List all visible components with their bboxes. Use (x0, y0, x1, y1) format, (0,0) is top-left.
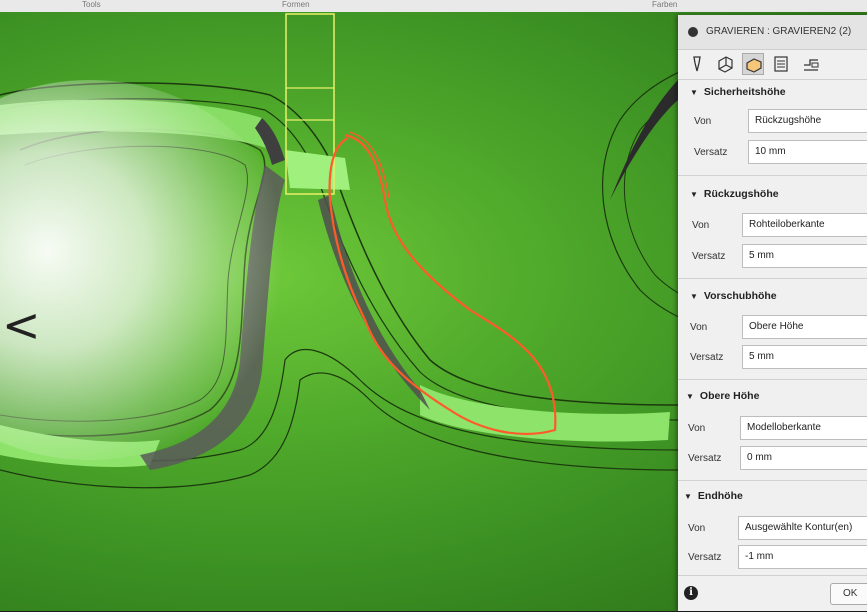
section-title: Sicherheitshöhe (703, 86, 786, 98)
section-header-safety-height[interactable]: ▼ Sicherheitshöhe (690, 86, 786, 98)
dialog-footer: i OK (678, 575, 867, 612)
ok-button[interactable]: OK (830, 583, 867, 605)
from-label: Von (688, 423, 706, 434)
tab-heights[interactable] (742, 53, 764, 75)
operation-dialog: GRAVIEREN : GRAVIEREN2 (2) ▼ Sicherheitsh… (678, 15, 867, 611)
dialog-tabs (678, 51, 867, 80)
top-toolbar-strip: Tools Formen Farben (0, 0, 867, 12)
offset-label: Versatz (688, 552, 722, 563)
toolbar-label-forms[interactable]: Formen (282, 0, 310, 9)
safety-height-offset-input[interactable]: 10 mm (748, 140, 867, 164)
divider (678, 278, 867, 279)
info-icon[interactable]: i (684, 586, 698, 600)
section-title: Vorschubhöhe (703, 290, 777, 302)
section-header-top-height[interactable]: ▼ Obere Höhe (686, 390, 759, 402)
section-header-bottom-height[interactable]: ▼ Endhöhe (684, 490, 743, 502)
retract-height-from-select[interactable]: Rohteiloberkante (742, 213, 867, 237)
tab-geometry[interactable] (714, 53, 736, 75)
top-height-offset-input[interactable]: 0 mm (740, 446, 867, 470)
dialog-title: GRAVIEREN : GRAVIEREN2 (2) (706, 26, 852, 37)
passes-icon (774, 56, 788, 72)
tool-icon (693, 56, 701, 72)
offset-label: Versatz (692, 251, 726, 262)
linking-icon (804, 59, 819, 71)
toolbar-label-colors[interactable]: Farben (652, 0, 677, 9)
offset-label: Versatz (690, 352, 724, 363)
tab-linking[interactable] (800, 53, 822, 75)
from-label: Von (694, 116, 712, 127)
divider (678, 480, 867, 481)
bottom-height-offset-input[interactable]: -1 mm (738, 545, 867, 569)
section-header-retract-height[interactable]: ▼ Rückzugshöhe (690, 188, 779, 200)
safety-height-from-select[interactable]: Rückzugshöhe (748, 109, 867, 133)
top-height-from-select[interactable]: Modelloberkante (740, 416, 867, 440)
section-header-feed-height[interactable]: ▼ Vorschubhöhe (690, 290, 777, 302)
offset-label: Versatz (694, 147, 728, 158)
divider (678, 175, 867, 176)
retract-height-offset-input[interactable]: 5 mm (742, 244, 867, 268)
tab-passes[interactable] (770, 53, 792, 75)
geometry-icon (718, 56, 733, 73)
dialog-header[interactable]: GRAVIEREN : GRAVIEREN2 (2) (678, 15, 867, 50)
from-label: Von (688, 523, 706, 534)
offset-label: Versatz (688, 453, 722, 464)
collapse-dot-icon[interactable] (688, 27, 698, 37)
heights-icon (746, 58, 762, 73)
divider (678, 379, 867, 380)
from-label: Von (692, 220, 710, 231)
section-title: Obere Höhe (699, 390, 760, 402)
section-title: Endhöhe (697, 490, 743, 502)
bottom-height-from-select[interactable]: Ausgewählte Kontur(en) (738, 516, 867, 540)
from-label: Von (690, 322, 708, 333)
section-title: Rückzugshöhe (703, 188, 779, 200)
feed-height-from-select[interactable]: Obere Höhe (742, 315, 867, 339)
previous-image-button[interactable]: < (2, 300, 41, 350)
toolbar-label-tools[interactable]: Tools (82, 0, 101, 9)
tab-tool[interactable] (686, 53, 708, 75)
feed-height-offset-input[interactable]: 5 mm (742, 345, 867, 369)
